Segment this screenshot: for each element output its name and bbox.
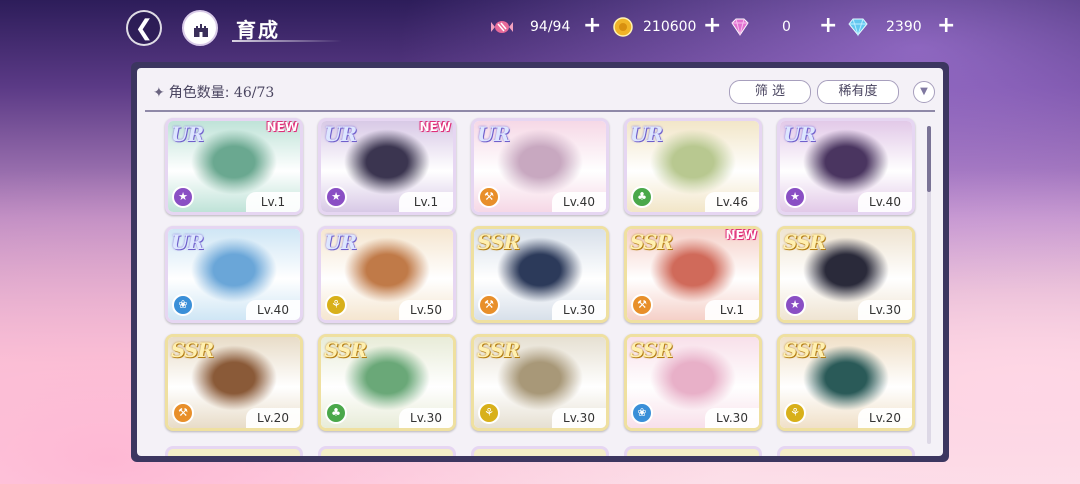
gold-value: 210600 — [643, 19, 697, 35]
card-peek[interactable] — [777, 446, 915, 456]
rarity-badge: SSR — [783, 338, 826, 362]
level-label: Lv.20 — [246, 408, 300, 428]
new-badge: NEW — [266, 120, 298, 134]
blue-element-icon: ❀ — [172, 294, 194, 316]
candy-value: 94/94 — [530, 19, 571, 35]
level-label: Lv.30 — [399, 408, 453, 428]
character-card[interactable]: SSR ★ Lv.30 — [777, 226, 915, 323]
rarity-badge: UR — [783, 122, 816, 146]
character-card[interactable]: SSR ⚘ Lv.20 — [777, 334, 915, 431]
orange-element-icon: ⚒ — [478, 186, 500, 208]
level-label: Lv.20 — [858, 408, 912, 428]
yellow-element-icon: ⚘ — [478, 402, 500, 424]
gold-add-button[interactable]: + — [703, 14, 721, 38]
character-card[interactable]: UR NEW ★ Lv.1 — [165, 118, 303, 215]
level-label: Lv.1 — [399, 192, 453, 212]
yellow-element-icon: ⚘ — [325, 294, 347, 316]
rarity-badge: UR — [171, 122, 204, 146]
character-grid: UR NEW ★ Lv.1 UR NEW ★ Lv.1 UR ⚒ Lv.40 UR ♣ Lv.46 UR ★ L… — [137, 68, 943, 456]
character-card[interactable]: SSR ⚒ Lv.30 — [471, 226, 609, 323]
green-element-icon: ♣ — [631, 186, 653, 208]
card-peek[interactable] — [165, 446, 303, 456]
top-bar: ❮ 育成 94/94 + 210600 + 0 + 2390 + — [0, 0, 1080, 58]
orange-element-icon: ⚒ — [631, 294, 653, 316]
title-underline — [232, 40, 342, 42]
rarity-badge: SSR — [630, 230, 673, 254]
rarity-badge: UR — [477, 122, 510, 146]
level-label: Lv.40 — [552, 192, 606, 212]
rarity-badge: UR — [324, 230, 357, 254]
candy-add-button[interactable]: + — [583, 14, 601, 38]
character-card[interactable]: SSR ❀ Lv.30 — [624, 334, 762, 431]
purple-element-icon: ★ — [325, 186, 347, 208]
character-card[interactable]: SSR ⚒ Lv.20 — [165, 334, 303, 431]
level-label: Lv.1 — [705, 300, 759, 320]
character-card[interactable]: UR ♣ Lv.46 — [624, 118, 762, 215]
character-card[interactable]: SSR NEW ⚒ Lv.1 — [624, 226, 762, 323]
level-label: Lv.30 — [552, 408, 606, 428]
blue-diamond-icon — [848, 18, 868, 37]
level-label: Lv.46 — [705, 192, 759, 212]
resource-candy: 94/94 + — [490, 14, 614, 40]
level-label: Lv.30 — [552, 300, 606, 320]
orange-element-icon: ⚒ — [172, 402, 194, 424]
character-card[interactable]: SSR ♣ Lv.30 — [318, 334, 456, 431]
character-card[interactable]: SSR ⚘ Lv.30 — [471, 334, 609, 431]
orange-element-icon: ⚒ — [478, 294, 500, 316]
rarity-badge: SSR — [324, 338, 367, 362]
rarity-badge: UR — [630, 122, 663, 146]
rarity-badge: SSR — [477, 338, 520, 362]
resource-pink-gem: 0 + — [728, 14, 838, 40]
level-label: Lv.40 — [858, 192, 912, 212]
new-badge: NEW — [725, 228, 757, 242]
level-label: Lv.1 — [246, 192, 300, 212]
back-button[interactable]: ❮ — [126, 10, 162, 46]
character-card[interactable]: UR ⚘ Lv.50 — [318, 226, 456, 323]
character-card[interactable]: UR ⚒ Lv.40 — [471, 118, 609, 215]
yellow-element-icon: ⚘ — [784, 402, 806, 424]
rarity-badge: UR — [324, 122, 357, 146]
resource-gold: 210600 + — [611, 14, 731, 40]
character-card[interactable]: UR NEW ★ Lv.1 — [318, 118, 456, 215]
new-badge: NEW — [419, 120, 451, 134]
character-card[interactable]: UR ❀ Lv.40 — [165, 226, 303, 323]
purple-element-icon: ★ — [784, 186, 806, 208]
green-element-icon: ♣ — [325, 402, 347, 424]
candy-icon — [491, 21, 513, 33]
castle-icon — [194, 24, 208, 37]
card-peek[interactable] — [624, 446, 762, 456]
rarity-badge: SSR — [477, 230, 520, 254]
character-card[interactable]: UR ★ Lv.40 — [777, 118, 915, 215]
gold-coin-icon — [613, 17, 633, 37]
card-peek[interactable] — [471, 446, 609, 456]
pink-gem-icon — [731, 18, 749, 36]
back-arrow-icon: ❮ — [134, 16, 154, 41]
purple-element-icon: ★ — [172, 186, 194, 208]
level-label: Lv.40 — [246, 300, 300, 320]
resource-diamond: 2390 + — [846, 14, 956, 40]
home-button[interactable] — [182, 10, 218, 46]
blue-element-icon: ❀ — [631, 402, 653, 424]
purple-element-icon: ★ — [784, 294, 806, 316]
rarity-badge: SSR — [171, 338, 214, 362]
pink-gem-value: 0 — [782, 19, 791, 35]
level-label: Lv.30 — [705, 408, 759, 428]
rarity-badge: SSR — [783, 230, 826, 254]
card-peek[interactable] — [318, 446, 456, 456]
character-panel: ✦ 角色数量: 46/73 筛 选 稀有度 ▼ UR NEW ★ Lv.1 UR NEW ★ L… — [131, 62, 949, 462]
page-title: 育成 — [236, 18, 280, 42]
level-label: Lv.50 — [399, 300, 453, 320]
diamond-value: 2390 — [886, 19, 922, 35]
pink-gem-add-button[interactable]: + — [819, 14, 837, 38]
character-panel-inner: ✦ 角色数量: 46/73 筛 选 稀有度 ▼ UR NEW ★ Lv.1 UR NEW ★ L… — [137, 68, 943, 456]
level-label: Lv.30 — [858, 300, 912, 320]
diamond-add-button[interactable]: + — [937, 14, 955, 38]
scrollbar-thumb[interactable] — [927, 126, 931, 192]
rarity-badge: SSR — [630, 338, 673, 362]
rarity-badge: UR — [171, 230, 204, 254]
